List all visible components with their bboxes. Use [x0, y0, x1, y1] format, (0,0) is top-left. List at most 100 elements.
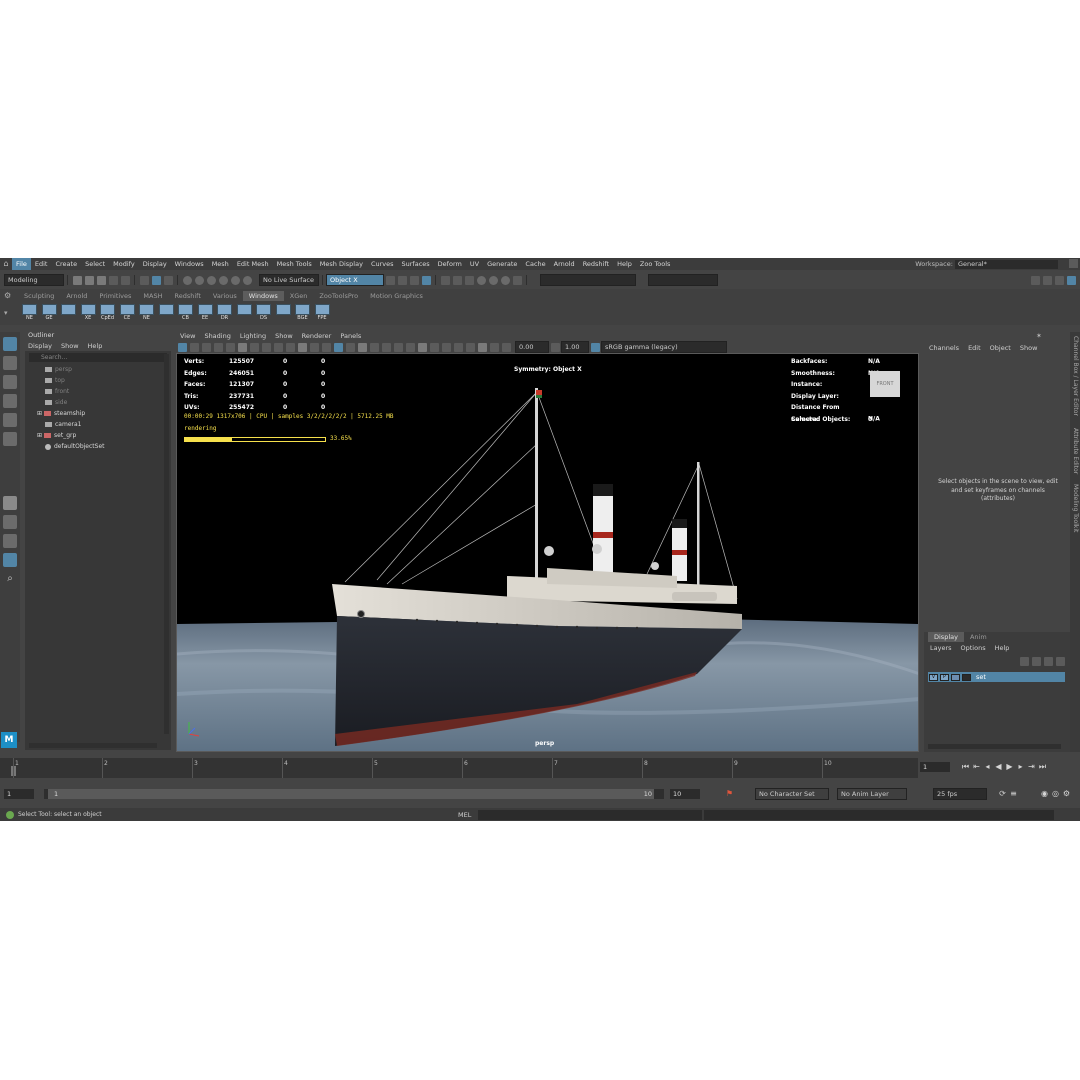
- outliner-menu-display[interactable]: Display: [28, 342, 52, 350]
- undo-icon[interactable]: [108, 275, 118, 285]
- safe-action-icon[interactable]: [285, 342, 295, 352]
- menu-cache[interactable]: Cache: [521, 258, 549, 270]
- shelf-tab-motion-graphics[interactable]: Motion Graphics: [364, 291, 429, 301]
- menu-edit-mesh[interactable]: Edit Mesh: [233, 258, 273, 270]
- move-tool-icon[interactable]: [3, 394, 17, 408]
- menu-zoo-tools[interactable]: Zoo Tools: [636, 258, 675, 270]
- outliner-item-camera1[interactable]: camera1: [25, 419, 171, 430]
- select-camera-icon[interactable]: [177, 342, 187, 352]
- snap-projected-icon[interactable]: [218, 275, 228, 285]
- select-object-icon[interactable]: [151, 275, 161, 285]
- wireframe-icon[interactable]: [309, 342, 319, 352]
- outliner-item-top[interactable]: top: [25, 375, 171, 386]
- command-line-input[interactable]: [478, 809, 702, 820]
- snap-view-icon[interactable]: [230, 275, 240, 285]
- xray-joints-icon[interactable]: [441, 342, 451, 352]
- outliner-item-persp[interactable]: persp: [25, 364, 171, 375]
- grid-icon[interactable]: [225, 342, 235, 352]
- symmetry-dropdown[interactable]: Object X: [326, 274, 384, 286]
- outliner-hscrollbar[interactable]: [29, 743, 157, 748]
- gamma-field[interactable]: 1.00: [561, 341, 589, 353]
- outliner-item-side[interactable]: side: [25, 397, 171, 408]
- range-slider[interactable]: 1 10: [44, 789, 664, 799]
- shelf-button-dr[interactable]: DR: [217, 304, 232, 322]
- new-layer-icon[interactable]: [1043, 657, 1053, 666]
- new-layer-selected-icon[interactable]: [1055, 657, 1065, 666]
- use-all-lights-icon[interactable]: [357, 342, 367, 352]
- shelf-button-icon-7[interactable]: [158, 304, 174, 322]
- snap-curve-icon[interactable]: [194, 275, 204, 285]
- depth-of-field-icon[interactable]: [465, 342, 475, 352]
- hud-toggle-icon[interactable]: [501, 342, 511, 352]
- menu-create[interactable]: Create: [51, 258, 81, 270]
- menu-select[interactable]: Select: [81, 258, 109, 270]
- menu-modify[interactable]: Modify: [109, 258, 139, 270]
- shelf-button-xe[interactable]: XE: [80, 304, 96, 322]
- render-current-icon[interactable]: [421, 275, 431, 285]
- select-component-icon[interactable]: [163, 275, 173, 285]
- shelf-button-ce[interactable]: CE: [119, 304, 135, 322]
- shelf-tab-mash[interactable]: MASH: [137, 291, 168, 301]
- step-forward-frame-icon[interactable]: ▸: [1015, 762, 1026, 772]
- step-forward-key-icon[interactable]: ⇥: [1026, 762, 1037, 772]
- maximize-icon[interactable]: [1069, 259, 1078, 268]
- colorspace-toggle-icon[interactable]: [590, 342, 600, 352]
- preferences-icon[interactable]: ⚙: [1061, 789, 1072, 799]
- layer-menu-layers[interactable]: Layers: [930, 644, 952, 652]
- construction-history-icon[interactable]: [397, 275, 407, 285]
- range-slider-handle[interactable]: [48, 789, 654, 799]
- shelf-tab-sculpting[interactable]: Sculpting: [18, 291, 60, 301]
- backface-culling-icon[interactable]: [489, 342, 499, 352]
- viewport-menu-renderer[interactable]: Renderer: [302, 332, 332, 340]
- side-tab-channel-box[interactable]: Channel Box / Layer Editor: [1072, 336, 1079, 416]
- redshift-render-icon[interactable]: [476, 275, 486, 285]
- shelf-tab-arnold[interactable]: Arnold: [60, 291, 93, 301]
- select-tool-icon[interactable]: [3, 337, 17, 351]
- playback-speed-icon[interactable]: ≡: [1008, 789, 1019, 799]
- layer-row-set[interactable]: V P set: [928, 672, 1065, 682]
- lasso-tool-icon[interactable]: [3, 356, 17, 370]
- shelf-button-cb[interactable]: CB: [178, 304, 193, 322]
- menu-edit[interactable]: Edit: [31, 258, 52, 270]
- shelf-tab-zootoolspro[interactable]: ZooToolsPro: [313, 291, 364, 301]
- textured-icon[interactable]: [345, 342, 355, 352]
- shelf-button-ds[interactable]: DS: [256, 304, 271, 322]
- outliner-item-front[interactable]: front: [25, 386, 171, 397]
- command-field[interactable]: [540, 274, 636, 286]
- step-back-frame-icon[interactable]: ◂: [982, 762, 993, 772]
- channel-menu-show[interactable]: Show: [1020, 344, 1038, 352]
- loop-icon[interactable]: ⟳: [997, 789, 1008, 799]
- snap-point-icon[interactable]: [206, 275, 216, 285]
- shelf-button-icon-13[interactable]: [275, 304, 291, 322]
- shadows-icon[interactable]: [369, 342, 379, 352]
- ipr-render-icon[interactable]: [440, 275, 450, 285]
- menu-curves[interactable]: Curves: [367, 258, 398, 270]
- character-set-dropdown[interactable]: No Character Set: [755, 788, 829, 800]
- outliner-menu-show[interactable]: Show: [61, 342, 79, 350]
- expand-icon[interactable]: ⊞: [37, 410, 42, 417]
- shelf-tab-various[interactable]: Various: [207, 291, 243, 301]
- play-forwards-icon[interactable]: ▶: [1004, 762, 1015, 772]
- shelf-tab-xgen[interactable]: XGen: [284, 291, 314, 301]
- layer-display-type[interactable]: [951, 673, 960, 681]
- wireframe-on-shaded-icon[interactable]: [333, 342, 343, 352]
- gamma-icon[interactable]: [550, 342, 560, 352]
- motion-blur-icon[interactable]: [393, 342, 403, 352]
- two-sided-lighting-icon[interactable]: [477, 342, 487, 352]
- paint-select-icon[interactable]: [3, 375, 17, 389]
- layer-tab-display[interactable]: Display: [928, 632, 964, 642]
- auto-key-icon[interactable]: ⚑: [724, 789, 735, 799]
- bookmark-icon[interactable]: [201, 342, 211, 352]
- outliner-menu-help[interactable]: Help: [88, 342, 103, 350]
- render-view-icon[interactable]: [409, 275, 419, 285]
- shelf-tab-windows[interactable]: Windows: [242, 291, 284, 301]
- side-tab-attribute-editor[interactable]: Attribute Editor: [1072, 428, 1079, 474]
- workspace-selector[interactable]: Workspace: General*: [915, 258, 1058, 270]
- camera-attributes-icon[interactable]: [189, 342, 199, 352]
- time-slider[interactable]: 1 2 3 4 5 6 7 8 9 10: [0, 758, 918, 778]
- menu-arnold[interactable]: Arnold: [550, 258, 579, 270]
- outliner-item-set-grp[interactable]: ⊞ set_grp: [25, 430, 171, 441]
- rotate-tool-icon[interactable]: [3, 413, 17, 427]
- layer-playback-toggle[interactable]: P: [940, 673, 949, 681]
- snap-grid-icon[interactable]: [182, 275, 192, 285]
